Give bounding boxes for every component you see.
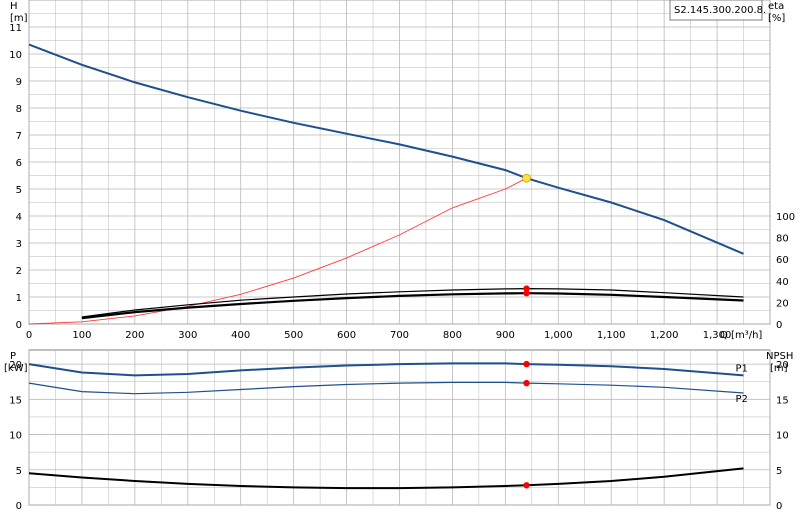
eta-tick-label: 100 bbox=[776, 212, 795, 223]
npsh-tick-label: 10 bbox=[776, 431, 789, 442]
x-tick-label: 100 bbox=[72, 330, 91, 341]
model-label: S2.145.300.200.8. bbox=[674, 5, 766, 16]
x-tick-label: 1,100 bbox=[597, 330, 626, 341]
eta-tick-label: 20 bbox=[776, 298, 789, 309]
npsh-axis-label-top: NPSH bbox=[766, 351, 793, 362]
x-tick-label: 400 bbox=[231, 330, 250, 341]
h-axis-label-bottom: [m] bbox=[10, 13, 28, 24]
h-tick-label: 5 bbox=[16, 185, 22, 196]
duty-point-head bbox=[522, 173, 531, 183]
h-tick-label: 4 bbox=[16, 212, 22, 223]
duty-point-eta-lower bbox=[523, 290, 530, 297]
h-tick-label: 3 bbox=[16, 239, 22, 250]
x-tick-label: 900 bbox=[496, 330, 515, 341]
x-tick-label: 600 bbox=[337, 330, 356, 341]
h-tick-label: 0 bbox=[16, 320, 22, 331]
p-tick-label: 5 bbox=[16, 466, 22, 477]
duty-point-p1 bbox=[523, 360, 530, 368]
h-tick-label: 9 bbox=[16, 77, 22, 88]
p-tick-label: 10 bbox=[9, 431, 22, 442]
npsh-tick-label: 0 bbox=[776, 501, 782, 512]
h-tick-label: 8 bbox=[16, 104, 22, 115]
x-tick-label: 200 bbox=[125, 330, 144, 341]
eta-tick-label: 80 bbox=[776, 234, 789, 245]
h-tick-label: 10 bbox=[9, 50, 22, 61]
duty-point-p2 bbox=[523, 379, 530, 387]
h-tick-label: 1 bbox=[16, 293, 22, 304]
p-axis-label-bottom: [kW] bbox=[4, 363, 28, 374]
npsh-tick-label: 15 bbox=[776, 395, 789, 406]
h-tick-label: 2 bbox=[16, 266, 22, 277]
eta-tick-label: 60 bbox=[776, 255, 789, 266]
q-axis-label: Q [m³/h] bbox=[720, 330, 762, 341]
series-label-p1: P1 bbox=[736, 363, 748, 374]
pump-performance-chart: 0 100 200 300 400 500 600 700 800 900 1,000 1,100 1,… bbox=[4, 0, 795, 512]
x-tick-label: 500 bbox=[284, 330, 303, 341]
x-tick-label: 1,200 bbox=[650, 330, 679, 341]
npsh-axis-label-bottom: [m] bbox=[770, 363, 788, 374]
h-tick-label: 7 bbox=[16, 131, 22, 142]
head-chart: 0 100 200 300 400 500 600 700 800 900 1,000 1,100 1,… bbox=[9, 0, 795, 341]
h-tick-label: 11 bbox=[9, 23, 22, 34]
h-axis-label-top: H bbox=[10, 1, 18, 12]
eta-axis-label-top: eta bbox=[768, 1, 784, 12]
p-tick-label: 15 bbox=[9, 395, 22, 406]
npsh-tick-label: 5 bbox=[776, 466, 782, 477]
x-tick-label: 1,000 bbox=[544, 330, 573, 341]
p-tick-label: 0 bbox=[16, 501, 22, 512]
power-npsh-chart: 0510152005101520 P1P2 P [kW] NPSH [m] bbox=[4, 349, 793, 512]
x-tick-label: 300 bbox=[178, 330, 197, 341]
eta-tick-label: 0 bbox=[776, 320, 782, 331]
p-axis-label-top: P bbox=[10, 351, 16, 362]
h-tick-label: 6 bbox=[16, 158, 22, 169]
x-tick-label: 800 bbox=[443, 330, 462, 341]
x-tick-label: 0 bbox=[26, 330, 32, 341]
series-label-p2: P2 bbox=[736, 394, 748, 405]
x-tick-label: 700 bbox=[390, 330, 409, 341]
duty-point-npsh bbox=[523, 482, 530, 489]
eta-tick-label: 40 bbox=[776, 277, 789, 288]
eta-axis-label-bottom: [%] bbox=[768, 13, 785, 24]
